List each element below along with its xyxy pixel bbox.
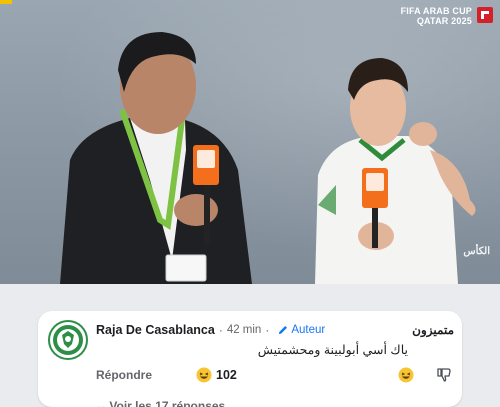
screenshot: FIFA ARAB CUP QATAR 2025 الكأس Raja De C…: [0, 0, 500, 407]
separator-dot: ·: [218, 323, 223, 337]
reply-button[interactable]: Répondre: [96, 368, 152, 382]
pencil-icon: [279, 326, 288, 334]
laughing-emoji-icon: [196, 367, 212, 383]
fan-rank-label: متميزون: [412, 323, 454, 337]
comment-text: ياك أسي أبولبينة ومحشمتيش: [257, 343, 408, 357]
chevron-down-icon: ⌄: [96, 399, 110, 407]
player-mic-flag-logo: [366, 173, 384, 191]
comment-header: Raja De Casablanca · 42 min · Auteur متم…: [96, 322, 454, 338]
broadcast-logo-line1: FIFA ARAB CUP: [400, 6, 472, 16]
channel-watermark: الكأس: [463, 246, 490, 257]
reaction-summary[interactable]: 102: [196, 367, 237, 383]
view-replies-label: Voir les 17 réponses: [109, 399, 226, 407]
laugh-reaction-icon[interactable]: [398, 367, 414, 383]
video-frame[interactable]: FIFA ARAB CUP QATAR 2025 الكأس: [0, 0, 500, 284]
comment-author-name[interactable]: Raja De Casablanca: [96, 323, 215, 337]
comment-time[interactable]: 42 min: [227, 324, 262, 336]
broadcast-logo-line2: QATAR 2025: [416, 16, 472, 26]
player-mic-handle: [372, 208, 378, 248]
presenter-mic-handle: [204, 185, 210, 245]
author-badge: Auteur: [277, 324, 325, 336]
broadcast-logo: FIFA ARAB CUP QATAR 2025: [401, 6, 494, 26]
reaction-count: 102: [216, 368, 237, 382]
mic-flag-logo: [197, 150, 215, 168]
club-crest-icon: [53, 325, 83, 355]
broadcast-logo-text: FIFA ARAB CUP QATAR 2025: [401, 6, 472, 26]
video-scene: [60, 32, 476, 284]
presenter-hand: [174, 194, 218, 226]
fifa-emblem-icon: [477, 7, 493, 23]
thumbs-down-icon[interactable]: [436, 367, 452, 383]
author-badge-label: Auteur: [291, 324, 326, 336]
comment-actions: Répondre 102: [96, 366, 452, 384]
view-replies-link[interactable]: ⌄ Voir les 17 réponses: [96, 399, 225, 407]
accreditation-badge: [165, 254, 207, 282]
separator-dot-2: ·: [265, 323, 270, 337]
avatar[interactable]: [48, 320, 88, 360]
player-hand-neck: [409, 122, 437, 146]
